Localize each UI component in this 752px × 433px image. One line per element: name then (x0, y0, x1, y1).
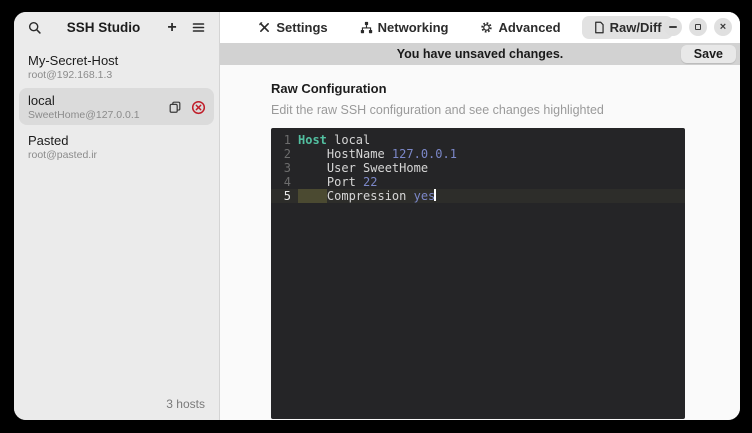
raw-config-section: Raw Configuration Edit the raw SSH confi… (220, 65, 740, 419)
tab-rawdiff-label: Raw/Diff (610, 20, 662, 35)
host-row-local[interactable]: local SweetHome@127.0.0.1 (19, 88, 214, 125)
window-controls: × (664, 18, 732, 36)
section-title: Raw Configuration (271, 81, 740, 96)
main-header: Settings Networking Advanced (220, 12, 740, 43)
editor-line-3: 3 User SweetHome (271, 161, 685, 175)
tab-settings[interactable]: Settings (247, 16, 338, 39)
tools-icon (258, 21, 271, 34)
line-number: 1 (271, 133, 291, 147)
editor-line-5-changed: 5 Compression yes (271, 189, 685, 203)
tab-settings-label: Settings (276, 20, 327, 35)
editor-line-4: 4 Port 22 (271, 175, 685, 189)
search-icon (28, 21, 42, 35)
host-count: 3 hosts (14, 397, 219, 420)
host-list: My-Secret-Host root@192.168.1.3 local Sw… (14, 43, 219, 166)
tab-advanced-label: Advanced (498, 20, 560, 35)
tab-bar: Settings Networking Advanced (247, 16, 672, 39)
host-name: local (28, 93, 140, 108)
hamburger-icon (192, 22, 205, 33)
minimize-button[interactable] (664, 18, 682, 36)
app-title: SSH Studio (50, 20, 157, 35)
line-number: 5 (271, 189, 291, 203)
main-area: Settings Networking Advanced (220, 12, 740, 420)
line-number: 3 (271, 161, 291, 175)
editor-line-1: 1 Host local (271, 133, 685, 147)
host-row-my-secret-host[interactable]: My-Secret-Host root@192.168.1.3 (14, 47, 219, 86)
maximize-icon (695, 24, 701, 30)
app-window: SSH Studio + My-Secret-Host root@192.168… (14, 12, 740, 420)
tab-advanced[interactable]: Advanced (469, 16, 571, 39)
host-name: Pasted (28, 133, 205, 148)
save-button[interactable]: Save (681, 45, 736, 63)
delete-host-icon[interactable] (191, 100, 206, 115)
network-icon (360, 21, 373, 34)
editor-line-2: 2 HostName 127.0.0.1 (271, 147, 685, 161)
raw-config-editor[interactable]: 1 Host local 2 HostName 127.0.0.1 3 User… (271, 128, 685, 419)
sidebar-header: SSH Studio + (14, 12, 219, 43)
gear-icon (480, 21, 493, 34)
host-name: My-Secret-Host (28, 53, 205, 68)
add-host-button[interactable]: + (161, 17, 183, 39)
tab-networking[interactable]: Networking (349, 16, 460, 39)
banner-message: You have unsaved changes. (397, 47, 564, 61)
changed-indent-highlight (298, 189, 327, 203)
plus-icon: + (167, 20, 176, 36)
sidebar: SSH Studio + My-Secret-Host root@192.168… (14, 12, 220, 420)
section-subtitle: Edit the raw SSH configuration and see c… (271, 103, 740, 117)
line-number: 4 (271, 175, 291, 189)
tab-rawdiff[interactable]: Raw/Diff (582, 16, 673, 39)
document-icon (593, 21, 605, 34)
host-address: SweetHome@127.0.0.1 (28, 109, 140, 121)
main-menu-button[interactable] (187, 17, 209, 39)
host-address: root@pasted.ir (28, 149, 205, 161)
line-number: 2 (271, 147, 291, 161)
close-button[interactable]: × (714, 18, 732, 36)
host-address: root@192.168.1.3 (28, 69, 205, 81)
close-icon: × (720, 22, 726, 33)
minimize-icon (669, 26, 677, 28)
search-button[interactable] (24, 17, 46, 39)
text-cursor (434, 189, 436, 201)
unsaved-changes-banner: You have unsaved changes. Save (220, 43, 740, 65)
tab-networking-label: Networking (378, 20, 449, 35)
maximize-button[interactable] (689, 18, 707, 36)
host-row-pasted[interactable]: Pasted root@pasted.ir (14, 127, 219, 166)
copy-host-button[interactable] (168, 100, 182, 114)
